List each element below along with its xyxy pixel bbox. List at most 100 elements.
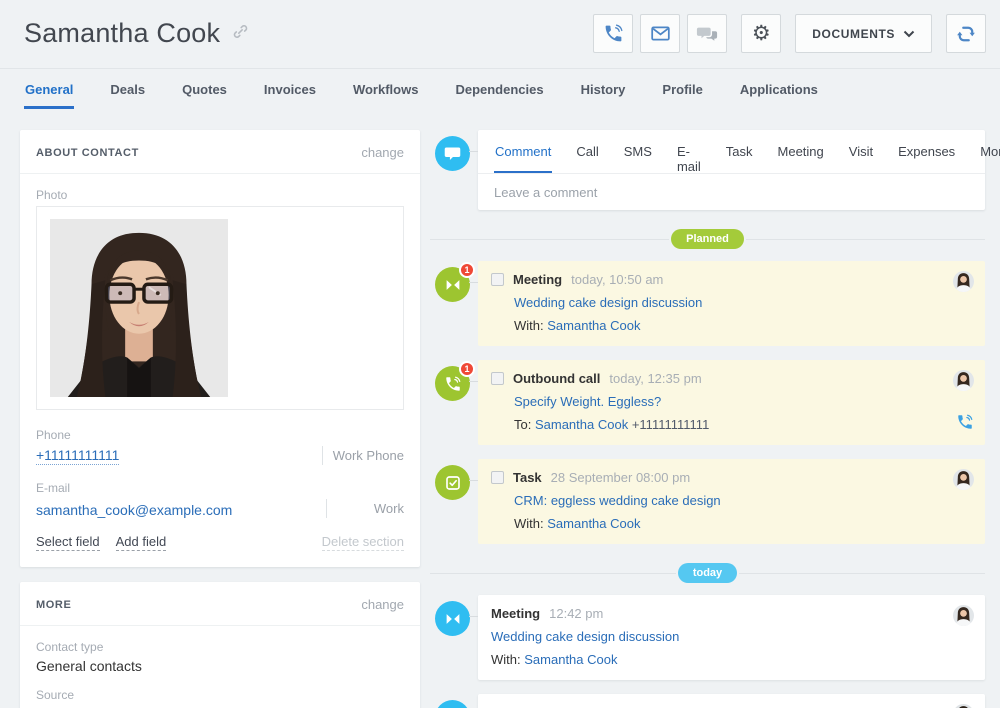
today-divider: today [430,563,985,583]
header-actions: ⚙ DOCUMENTS [586,14,986,53]
email-type: Work [326,499,404,518]
notification-badge: 1 [459,262,475,278]
avatar[interactable] [953,271,974,292]
activity-tab-sms[interactable]: SMS [623,130,653,173]
call-stream-icon: 1 [435,361,475,401]
timeline-entry-call-planned: 1 Outbound call today, 12:35 pm Specify … [430,360,985,445]
about-contact-title: ABOUT CONTACT [36,146,139,159]
activity-tab-comment[interactable]: Comment [494,130,553,173]
entry-contact-link[interactable]: Samantha Cook [547,318,640,333]
photo-label: Photo [36,188,68,202]
more-change-link[interactable]: change [361,597,404,612]
contact-photo-frame[interactable] [36,206,404,410]
notification-badge: 1 [459,361,475,377]
activity-tab-task[interactable]: Task [725,130,754,173]
about-change-link[interactable]: change [361,145,404,160]
planned-badge: Planned [671,229,744,249]
entry-phone-number: +11111111111 [631,417,710,432]
tab-quotes[interactable]: Quotes [181,68,228,109]
automation-button[interactable] [946,14,986,53]
documents-button-label: DOCUMENTS [812,26,895,41]
tab-profile[interactable]: Profile [661,68,703,109]
envelope-icon [651,26,670,41]
main-tabs: General Deals Quotes Invoices Workflows … [0,68,1000,112]
email-button[interactable] [640,14,681,53]
entry-time: today, 10:50 am [571,272,664,287]
activity-stream: Comment Call SMS E-mail Task Meeting Vis… [430,130,1000,708]
entry-time: 28 September 08:00 pm [550,470,691,485]
entry-title: Outbound call [513,371,601,386]
tab-workflows[interactable]: Workflows [352,68,420,109]
entry-title: Meeting [491,606,541,621]
tab-invoices[interactable]: Invoices [263,68,317,109]
entry-contact-link[interactable]: Samantha Cook [547,516,640,531]
tab-general[interactable]: General [24,68,75,109]
entry-checkbox[interactable] [491,273,504,286]
avatar[interactable] [953,370,974,391]
chevron-down-icon [903,30,915,38]
activity-tab-expenses[interactable]: Expenses [897,130,956,173]
planned-divider: Planned [430,229,986,249]
meeting-stream-icon [435,601,470,636]
info-stream-icon [435,700,470,708]
task-check-icon [445,475,460,490]
source-label: Source [36,688,75,702]
comment-input[interactable] [478,174,985,210]
phone-icon [445,376,460,391]
more-card: MORE change Contact type General contact… [20,582,420,708]
phone-label: Phone [36,428,71,442]
documents-button[interactable]: DOCUMENTS [795,14,932,53]
activity-tab-visit[interactable]: Visit [848,130,874,173]
avatar[interactable] [953,605,974,626]
meeting-arrows-icon [446,613,459,624]
chat-button[interactable] [687,14,728,53]
entry-checkbox[interactable] [491,471,504,484]
timeline-entry-task-created: Task created: CRM: eggless wedding cake … [430,694,985,708]
sync-arrows-icon [957,26,975,41]
composer-row: Comment Call SMS E-mail Task Meeting Vis… [430,130,1000,210]
contact-type-value: General contacts [36,658,142,674]
contact-photo [50,219,228,397]
task-stream-icon [435,465,470,500]
email-label: E-mail [36,481,71,495]
link-icon[interactable] [232,23,249,43]
page-header: Samantha Cook ⚙ DOCUMENTS [0,0,1000,69]
add-field-link[interactable]: Add field [115,534,167,551]
email-value-link[interactable]: samantha_cook@example.com [36,502,232,518]
entry-subject-link[interactable]: Specify Weight. Eggless? [514,394,661,409]
entry-time: today, 12:35 pm [609,371,702,386]
entry-contact-link[interactable]: Samantha Cook [524,652,617,667]
activity-tab-call[interactable]: Call [575,130,599,173]
select-field-link[interactable]: Select field [36,534,100,551]
chat-bubbles-icon [697,27,718,41]
activity-tab-meeting[interactable]: Meeting [777,130,825,173]
entry-contact-link[interactable]: Samantha Cook [535,417,628,432]
more-title: MORE [36,598,72,611]
delete-section-link[interactable]: Delete section [321,534,404,551]
comment-bubble-icon [444,147,461,160]
entry-subject-link[interactable]: Wedding cake design discussion [514,295,702,310]
tab-dependencies[interactable]: Dependencies [454,68,544,109]
entry-subject-link[interactable]: CRM: eggless wedding cake design [514,493,721,508]
phone-icon [605,24,623,42]
activity-tabs: Comment Call SMS E-mail Task Meeting Vis… [478,130,1000,174]
entry-title: Task [513,470,542,485]
activity-tab-more[interactable]: More... [979,130,1000,173]
entry-checkbox[interactable] [491,372,504,385]
phone-value-link[interactable]: +11111111111 [36,447,120,465]
gear-icon: ⚙ [751,22,771,45]
about-contact-card: ABOUT CONTACT change Photo Phone +111111… [20,130,420,567]
call-button[interactable] [593,14,634,53]
activity-tab-email[interactable]: E-mail [676,130,702,174]
entry-subject-link[interactable]: Wedding cake design discussion [491,629,679,644]
tab-applications[interactable]: Applications [739,68,819,109]
tab-history[interactable]: History [580,68,627,109]
tab-deals[interactable]: Deals [109,68,146,109]
call-action-icon[interactable] [956,413,974,434]
settings-button[interactable]: ⚙ [741,14,782,53]
phone-type: Work Phone [321,446,404,465]
contact-details-column: ABOUT CONTACT change Photo Phone +111111… [20,130,420,708]
avatar[interactable] [953,704,974,708]
avatar[interactable] [953,469,974,490]
today-badge: today [677,563,738,583]
